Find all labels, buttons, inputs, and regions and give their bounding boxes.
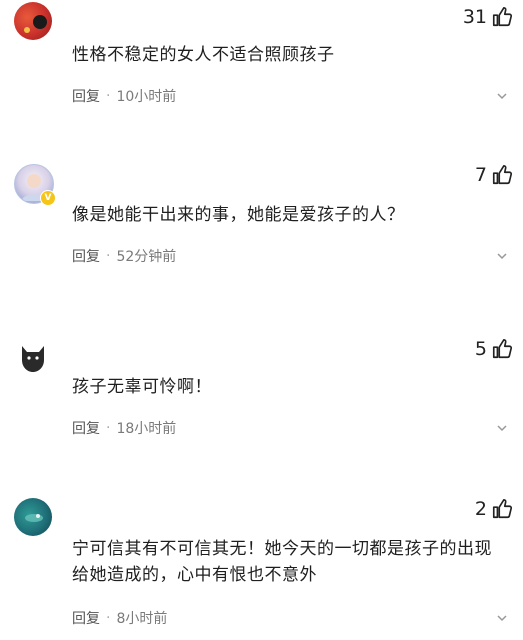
comment-time: 52分钟前: [116, 249, 177, 265]
user-avatar[interactable]: [14, 498, 52, 536]
comment-text: 性格不稳定的女人不适合照顾孩子: [72, 45, 335, 65]
like-button[interactable]: 2: [475, 498, 513, 520]
chevron-down-icon[interactable]: [495, 421, 509, 435]
thumbs-up-icon: [492, 165, 513, 185]
user-avatar[interactable]: [14, 336, 52, 374]
comment-text: 宁可信其有不可信其无！她今天的一切都是孩子的出现给她造成的，心中有恨也不意外: [72, 539, 492, 585]
separator-dot: ·: [106, 88, 111, 104]
like-count: 2: [474, 498, 487, 520]
teal-avatar-icon: [25, 514, 43, 522]
separator-dot: ·: [106, 420, 111, 436]
red-avatar-icon: [24, 15, 47, 33]
comment-meta: 回复 · 52分钟前: [72, 246, 176, 266]
thumbs-up-icon: [492, 7, 513, 27]
like-button[interactable]: 31: [463, 6, 513, 28]
reply-button[interactable]: 回复: [72, 608, 100, 628]
reply-button[interactable]: 回复: [72, 418, 100, 438]
verified-badge: V: [40, 190, 56, 206]
like-button[interactable]: 5: [475, 338, 513, 360]
comment-text: 孩子无辜可怜啊！: [72, 377, 212, 397]
thumbs-up-icon: [492, 339, 513, 359]
comment-time: 10小时前: [116, 89, 177, 105]
chevron-down-icon[interactable]: [495, 249, 509, 263]
thumbs-up-icon: [492, 499, 513, 519]
comment-text: 像是她能干出来的事，她能是爱孩子的人？: [72, 205, 405, 225]
separator-dot: ·: [106, 248, 111, 264]
reply-button[interactable]: 回复: [72, 86, 100, 106]
like-count: 7: [474, 164, 487, 186]
like-count: 31: [462, 6, 487, 28]
comment-meta: 回复 · 10小时前: [72, 86, 176, 106]
like-count: 5: [474, 338, 487, 360]
like-button[interactable]: 7: [475, 164, 513, 186]
chevron-down-icon[interactable]: [495, 89, 509, 103]
black-cat-avatar-icon: [22, 346, 44, 372]
comment-time: 18小时前: [116, 421, 177, 437]
comment-meta: 回复 · 8小时前: [72, 608, 167, 628]
chevron-down-icon[interactable]: [495, 611, 509, 625]
reply-button[interactable]: 回复: [72, 246, 100, 266]
comment-meta: 回复 · 18小时前: [72, 418, 176, 438]
user-avatar[interactable]: [14, 2, 52, 40]
comment-time: 8小时前: [116, 611, 168, 627]
separator-dot: ·: [106, 610, 111, 626]
